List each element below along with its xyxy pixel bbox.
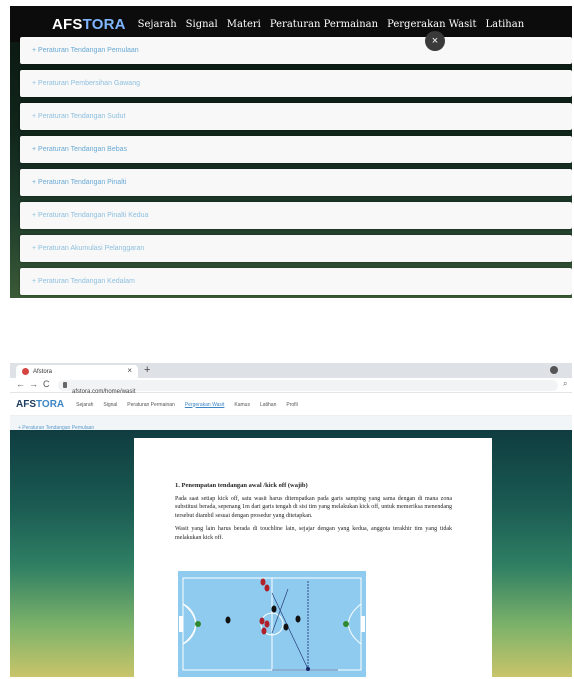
accordion-item[interactable]: + Peraturan Tendangan Kedalam <box>20 268 572 295</box>
lock-icon <box>63 382 67 388</box>
accordion-item[interactable]: + Peraturan Tendangan Sudut <box>20 103 572 130</box>
accordion-item[interactable]: + Peraturan Tendangan Bebas <box>20 136 572 163</box>
nav-latihan[interactable]: Latihan <box>260 402 276 408</box>
nav-pergerakan-wasit[interactable]: Pergerakan Wasit <box>185 402 225 408</box>
doc-heading: 1. Penempatan tendangan awal /kick off (… <box>175 482 308 489</box>
nav-profil[interactable]: Profil <box>286 402 297 408</box>
player-red <box>264 620 270 628</box>
goalkeeper-green <box>343 621 349 627</box>
right-goal <box>361 616 365 632</box>
bottom-screenshot: Afstora × + ← → C afstora.com/home/wasit… <box>10 363 572 677</box>
nav-signal[interactable]: Signal <box>186 19 218 30</box>
tab-close-icon[interactable]: × <box>127 366 132 375</box>
nav-pergerakan-wasit[interactable]: Pergerakan Wasit <box>387 19 476 30</box>
player-black <box>271 605 277 613</box>
forward-icon[interactable]: → <box>29 379 38 389</box>
nav-latihan[interactable]: Latihan <box>485 19 524 30</box>
close-icon[interactable]: × <box>425 31 445 51</box>
doc-paragraph-2: Wasit yang lain harus berada di touchlin… <box>175 526 452 541</box>
url-input[interactable]: afstora.com/home/wasit <box>58 380 558 395</box>
accordion-header[interactable]: + Peraturan Tendangan Pemulaan <box>10 416 572 431</box>
brand-logo[interactable]: AFSTORA <box>52 16 126 33</box>
left-goal <box>179 616 183 632</box>
accordion-list: + Peraturan Tendangan Pemulaan + Peratur… <box>20 37 572 298</box>
top-screenshot: AFSTORA Sejarah Signal Materi Peraturan … <box>10 6 572 298</box>
record-icon[interactable] <box>550 366 558 374</box>
back-icon[interactable]: ← <box>16 379 25 389</box>
accordion-item[interactable]: + Peraturan Tendangan Pemulaan <box>20 37 572 64</box>
favicon-icon <box>22 368 29 375</box>
doc-paragraph-1: Pada saat setiap kick off, satu wasit ha… <box>175 496 452 519</box>
search-icon[interactable]: ⌕ <box>563 379 567 389</box>
nav-sejarah[interactable]: Sejarah <box>138 19 177 30</box>
accordion-item[interactable]: + Peraturan Pembersihan Gawang <box>20 70 572 97</box>
reload-icon[interactable]: C <box>43 379 50 389</box>
site-navbar: AFSTORA Sejarah Signal Peraturan Permain… <box>10 394 572 416</box>
new-tab-button[interactable]: + <box>144 364 150 376</box>
address-bar: ← → C afstora.com/home/wasit ⌕ <box>10 378 572 395</box>
court-svg <box>178 571 366 677</box>
nav-materi[interactable]: Materi <box>227 19 261 30</box>
player-red <box>260 578 266 586</box>
futsal-court-diagram <box>178 571 366 677</box>
tab-title: Afstora <box>33 368 53 375</box>
document-panel: 1. Penempatan tendangan awal /kick off (… <box>134 438 492 677</box>
nav-kamus[interactable]: Kamus <box>234 402 250 408</box>
brand-logo[interactable]: AFSTORA <box>16 399 64 410</box>
player-black <box>283 623 289 631</box>
player-red <box>259 617 265 625</box>
browser-tab[interactable]: Afstora × <box>16 365 138 378</box>
accordion-item[interactable]: + Peraturan Akumulasi Pelanggaran <box>20 235 572 262</box>
browser-tabbar: Afstora × + <box>10 363 572 378</box>
nav-peraturan-permainan[interactable]: Peraturan Permainan <box>127 402 175 408</box>
player-red <box>264 584 270 592</box>
goalkeeper-green <box>195 621 201 627</box>
player-black <box>295 615 301 623</box>
player-red <box>261 627 267 635</box>
nav-sejarah[interactable]: Sejarah <box>76 402 93 408</box>
nav-signal[interactable]: Signal <box>103 402 117 408</box>
accordion-item[interactable]: + Peraturan Tendangan Pinalti <box>20 169 572 196</box>
accordion-item[interactable]: + Peraturan Tendangan Pinalti Kedua <box>20 202 572 229</box>
player-black <box>225 616 231 624</box>
nav-peraturan-permainan[interactable]: Peraturan Permainan <box>270 19 378 30</box>
referee-marker <box>306 667 310 671</box>
